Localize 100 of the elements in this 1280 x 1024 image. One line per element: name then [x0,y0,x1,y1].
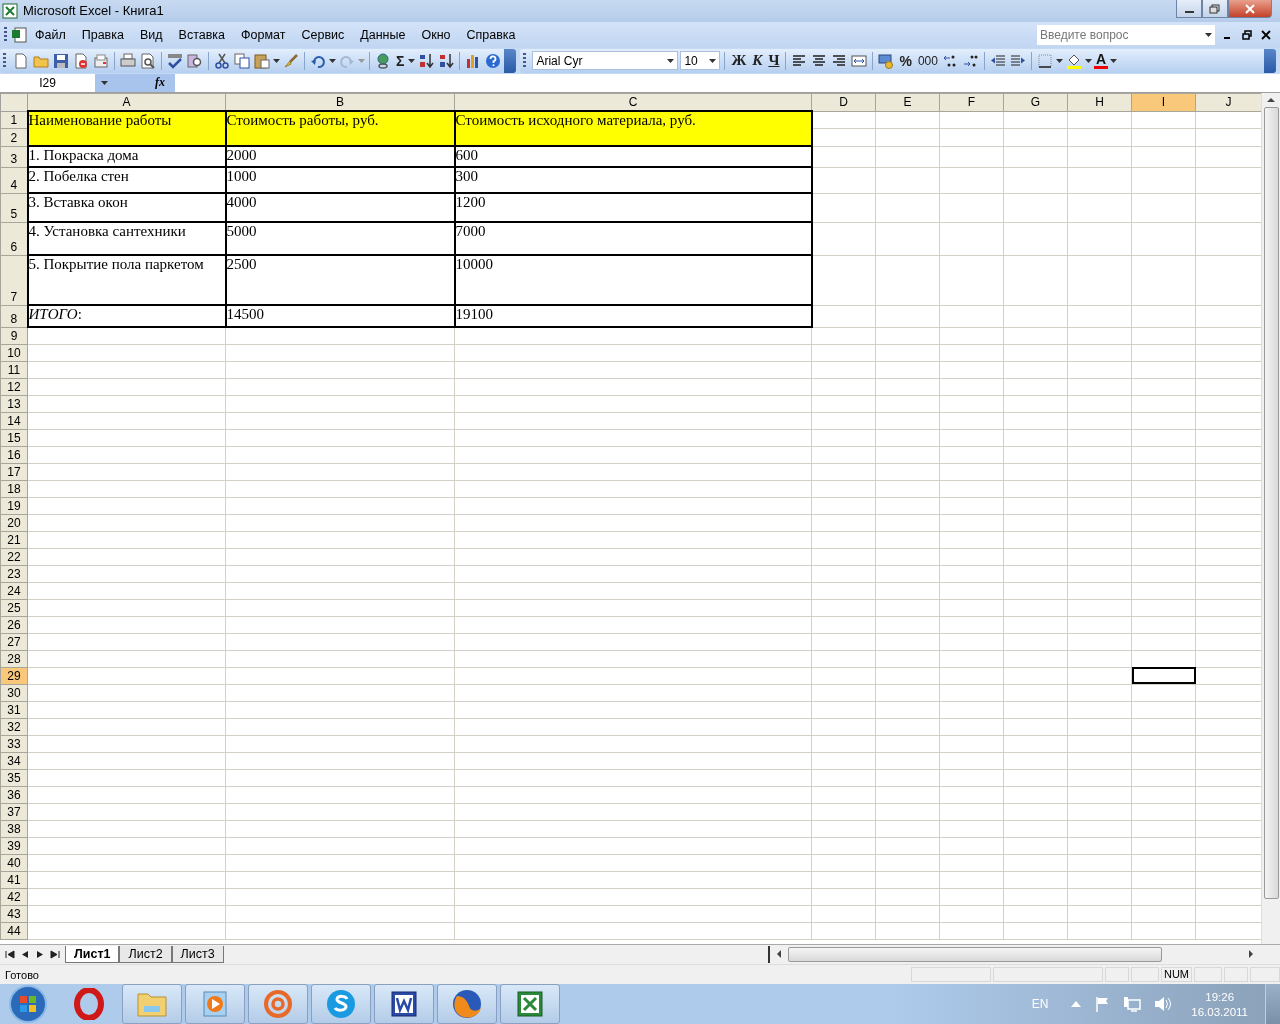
last-sheet-icon[interactable] [49,950,61,960]
menu-item[interactable]: Сервис [293,27,353,42]
scrollbar-thumb[interactable] [788,947,1162,963]
menu-item[interactable]: Данные [352,27,414,42]
toolbar-options-button[interactable] [1264,48,1276,73]
currency-icon[interactable] [878,52,895,69]
toolbar-options-button[interactable] [504,48,517,73]
bold-button[interactable]: Ж [729,52,749,70]
copy-icon[interactable] [234,52,250,69]
column-header[interactable]: A [27,93,226,112]
folder-icon [136,990,168,1018]
clock-time: 19:26 [1205,990,1235,1003]
column-header[interactable]: I [1131,93,1196,112]
font-name-field[interactable]: Arial Cyr [532,51,679,71]
column-header[interactable]: C [454,93,812,112]
paintbrush-icon[interactable] [283,52,299,69]
sort-descending-icon[interactable] [438,52,455,69]
new-document-icon[interactable] [13,52,29,69]
borders-icon[interactable] [1036,52,1053,69]
spreadsheet-document-icon[interactable] [11,26,27,43]
column-header[interactable]: D [811,93,876,112]
caret-icon[interactable] [1055,58,1063,63]
minimize-button[interactable] [1176,0,1202,18]
sheet-tab[interactable]: Лист3 [171,946,224,964]
autosum-button[interactable]: Σ [394,52,407,69]
document-restricted-icon[interactable] [73,52,89,69]
previous-sheet-icon[interactable] [19,950,31,960]
email-icon[interactable] [93,52,109,69]
start-button[interactable] [8,984,48,1024]
menu-item[interactable]: Правка [73,27,132,42]
print-preview-icon[interactable] [140,52,156,69]
globe-icon [451,988,483,1020]
column-header[interactable]: H [1067,93,1132,112]
first-sheet-icon[interactable] [4,950,16,960]
column-header[interactable]: F [939,93,1004,112]
help-search-field[interactable]: Введите вопрос [1037,24,1201,45]
spreadsheet-icon [2,2,18,19]
row-header[interactable]: 8 [0,305,28,328]
help-icon[interactable] [485,52,502,69]
restore-icon[interactable] [1242,29,1252,40]
row-header[interactable]: 6 [0,222,28,256]
print-icon[interactable] [120,52,136,69]
row-header[interactable]: 4 [0,167,28,194]
column-header[interactable]: E [875,93,940,112]
sheet-tab[interactable]: Лист2 [119,946,172,964]
paste-icon[interactable] [254,52,270,69]
merge-center-icon[interactable] [851,52,868,69]
caret-icon[interactable] [1110,58,1118,63]
next-sheet-icon[interactable] [34,950,46,960]
scroll-up-icon[interactable] [1266,96,1276,103]
fill-bucket-icon[interactable] [1065,52,1082,69]
caret-icon[interactable] [1084,58,1092,63]
menu-item[interactable]: Вид [131,27,171,42]
dropdown-button[interactable] [1201,24,1215,45]
menu-item[interactable]: Справка [458,27,524,42]
row-header[interactable]: 3 [0,146,28,168]
restore-button[interactable] [1202,0,1228,18]
save-icon[interactable] [53,52,69,69]
name-box[interactable]: I29 [0,73,95,92]
column-header[interactable]: J [1195,93,1261,112]
close-icon[interactable] [1261,29,1271,40]
globe-link-icon[interactable] [375,52,391,69]
caret-icon[interactable] [329,58,336,63]
thousands-separator-button[interactable]: 000 [915,53,940,68]
spelling-check-icon[interactable] [167,52,183,69]
caret-icon[interactable] [408,58,416,63]
align-left-icon[interactable] [791,52,808,69]
column-header[interactable]: B [225,93,455,112]
percent-style-button[interactable]: % [897,52,914,69]
table-cell: 1. Покраска дома [27,146,226,168]
scroll-right-icon[interactable] [1248,950,1254,960]
sheet-tab[interactable]: Лист1 [65,946,120,964]
sort-ascending-icon[interactable] [418,52,435,69]
increase-indent-icon[interactable] [1009,52,1026,69]
menu-item[interactable]: Вставка [170,27,234,42]
taskbar-button[interactable] [374,984,434,1024]
row-header[interactable]: 5 [0,193,28,223]
menu-item[interactable]: Файл [27,27,74,42]
align-right-icon[interactable] [831,52,848,69]
italic-button[interactable]: К [750,52,765,70]
scroll-left-icon[interactable] [776,950,782,960]
active-cell[interactable] [1131,667,1196,685]
table-cell: 2500 [225,255,455,306]
underline-button[interactable]: Ч [766,52,782,70]
taskbar-button[interactable] [500,984,560,1024]
menu-item[interactable]: Формат [233,27,294,42]
decrease-indent-icon[interactable] [989,52,1006,69]
close-button[interactable] [1228,0,1272,18]
vertical-scrollbar[interactable] [1261,92,1280,945]
cut-icon[interactable] [214,52,230,69]
row-header[interactable]: 7 [0,255,28,306]
column-header[interactable]: G [1003,93,1068,112]
font-size-field[interactable]: 10 [680,51,721,71]
caret-icon[interactable] [273,58,280,63]
align-center-icon[interactable] [811,52,828,69]
window-title: Microsoft Excel - Книга1 [23,3,165,19]
taskbar-button[interactable] [437,984,497,1024]
scrollbar-thumb[interactable] [1263,106,1279,899]
menu-item[interactable]: Окно [413,27,459,42]
font-color-button[interactable]: A [1093,52,1109,70]
